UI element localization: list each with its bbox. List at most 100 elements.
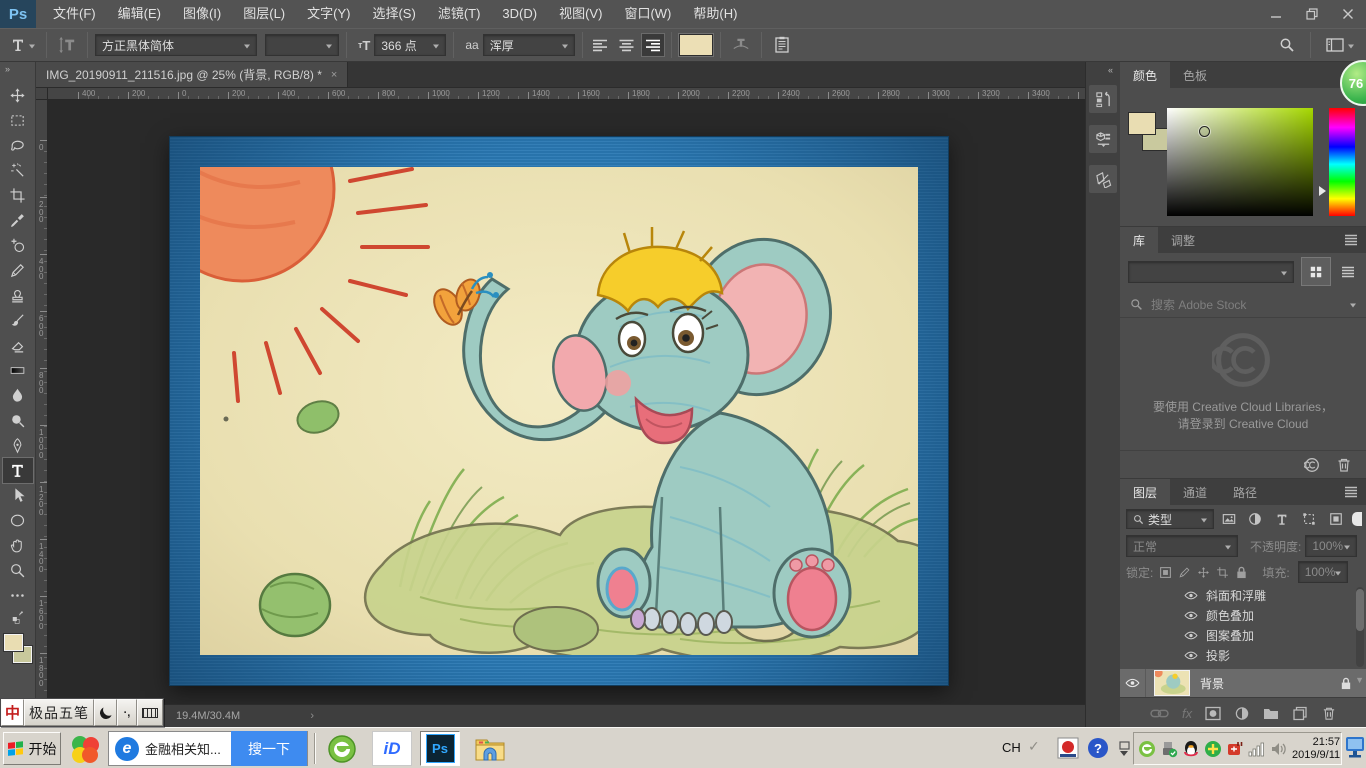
status-expand-icon[interactable]: › — [304, 708, 320, 724]
crop-tool[interactable] — [3, 183, 33, 208]
zoom-tool[interactable] — [3, 558, 33, 583]
filter-toggle[interactable] — [1352, 512, 1362, 526]
align-right-button[interactable] — [640, 33, 665, 57]
menu-item-11[interactable]: 帮助(H) — [682, 0, 748, 28]
tab-adjustments[interactable]: 调整 — [1158, 227, 1208, 253]
filter-smart-objects-icon[interactable] — [1324, 509, 1348, 529]
search-icon[interactable] — [1275, 37, 1299, 53]
blend-mode-select[interactable]: 正常 — [1126, 535, 1238, 557]
hand-tool[interactable] — [3, 533, 33, 558]
tab-color[interactable]: 颜色 — [1120, 62, 1171, 88]
swap-colors-icon[interactable] — [3, 608, 33, 626]
canvas[interactable] — [48, 100, 1085, 704]
delete-layer-icon[interactable] — [1321, 706, 1337, 721]
fill-select[interactable]: 100% — [1297, 561, 1348, 583]
id-app-icon[interactable]: iD — [372, 731, 412, 766]
layers-scrollbar-thumb[interactable] — [1356, 589, 1364, 631]
language-options-icon[interactable]: ✓ — [1028, 738, 1040, 755]
browser-360-icon[interactable] — [322, 731, 362, 766]
tab-paths[interactable]: 路径 — [1220, 479, 1270, 505]
tool-preset-type-icon[interactable] — [6, 37, 39, 53]
mixer-brush-tool[interactable] — [3, 308, 33, 333]
hue-slider-arrow[interactable] — [1319, 186, 1331, 196]
tab-libraries[interactable]: 库 — [1120, 227, 1159, 253]
anti-alias-select[interactable]: 浑厚 — [482, 34, 575, 56]
ime-punctuation-icon[interactable]: ·, — [117, 699, 137, 726]
ime-name[interactable]: 极品五笔 — [24, 699, 94, 726]
lock-transparency-icon[interactable] — [1159, 566, 1172, 579]
link-layers-icon[interactable] — [1150, 708, 1169, 719]
layer-effect-1[interactable]: 斜面和浮雕 — [1120, 585, 1366, 605]
font-family-select[interactable]: 方正黑体简体 — [95, 34, 257, 56]
color-balls-app-icon[interactable] — [67, 731, 103, 766]
filter-type-layers-icon[interactable] — [1270, 509, 1294, 529]
filter-adjustment-layers-icon[interactable] — [1244, 509, 1268, 529]
lasso-tool[interactable] — [3, 133, 33, 158]
filter-type-select[interactable]: 类型 — [1126, 509, 1214, 529]
info-panel-icon[interactable] — [1089, 165, 1117, 193]
text-orientation-icon[interactable] — [54, 36, 80, 54]
library-select[interactable] — [1128, 261, 1294, 283]
align-center-button[interactable] — [616, 34, 638, 56]
lock-position-icon[interactable] — [1197, 566, 1210, 579]
recorder-tray-icon[interactable] — [1056, 736, 1080, 760]
new-adjustment-layer-icon[interactable] — [1234, 706, 1250, 721]
tab-close-icon[interactable]: × — [331, 69, 337, 81]
taskbar-search-text[interactable]: 金融相关知... — [145, 739, 231, 758]
photoshop-taskbar-icon[interactable]: Ps — [420, 731, 460, 766]
text-color-swatch[interactable] — [678, 34, 713, 56]
ellipse-tool[interactable] — [3, 508, 33, 533]
show-desktop-icon[interactable] — [1345, 735, 1365, 762]
layer-effect-2[interactable]: 颜色叠加 — [1120, 605, 1366, 625]
tab-swatches[interactable]: 色板 — [1170, 62, 1220, 88]
new-group-icon[interactable] — [1263, 706, 1279, 721]
close-button[interactable] — [1330, 0, 1366, 28]
blur-tool[interactable] — [3, 383, 33, 408]
tab-channels[interactable]: 通道 — [1170, 479, 1220, 505]
hue-slider[interactable] — [1329, 108, 1355, 216]
background-layer-row[interactable]: 背景 — [1120, 669, 1366, 697]
saturation-brightness-field[interactable] — [1167, 108, 1313, 216]
toolbar-collapse-icon[interactable]: » — [0, 62, 35, 77]
ime-mode-icon[interactable]: 中 — [1, 699, 24, 726]
effect-visibility-eye-icon[interactable] — [1184, 611, 1198, 620]
scroll-down-icon[interactable]: ▼ — [1355, 675, 1364, 685]
filter-shape-layers-icon[interactable] — [1297, 509, 1321, 529]
file-explorer-icon[interactable] — [470, 731, 510, 766]
menu-item-6[interactable]: 选择(S) — [361, 0, 426, 28]
foreground-color-swatch[interactable] — [3, 634, 23, 651]
tray-volume-icon[interactable] — [1270, 738, 1288, 759]
toggle-panels-icon[interactable] — [769, 36, 795, 54]
properties-panel-icon[interactable] — [1089, 125, 1117, 153]
expand-panels-icon[interactable]: « — [1086, 62, 1120, 77]
taskbar-search-box[interactable]: e 金融相关知... 搜一下 — [108, 731, 308, 766]
chevron-down-icon[interactable] — [1350, 303, 1356, 310]
menu-item-5[interactable]: 文字(Y) — [296, 0, 361, 28]
dodge-tool[interactable] — [3, 408, 33, 433]
add-mask-icon[interactable] — [1205, 706, 1221, 721]
font-size-select[interactable]: 366 点 — [374, 34, 447, 56]
marquee-tool[interactable] — [3, 108, 33, 133]
new-layer-icon[interactable] — [1292, 706, 1308, 721]
tab-layers[interactable]: 图层 — [1120, 479, 1171, 505]
menu-item-3[interactable]: 图像(I) — [172, 0, 232, 28]
workspace-icon[interactable] — [1322, 38, 1358, 52]
start-button[interactable]: 开始 — [3, 732, 61, 765]
font-style-select[interactable] — [265, 34, 339, 56]
menu-item-9[interactable]: 视图(V) — [548, 0, 613, 28]
layer-effect-3[interactable]: 图案叠加 — [1120, 625, 1366, 645]
ime-softkeyboard-icon[interactable] — [137, 699, 163, 726]
menu-item-4[interactable]: 图层(L) — [232, 0, 296, 28]
menu-item-1[interactable]: 文件(F) — [42, 0, 107, 28]
effect-visibility-eye-icon[interactable] — [1184, 651, 1198, 660]
menu-item-8[interactable]: 3D(D) — [491, 0, 548, 28]
list-view-button[interactable] — [1336, 261, 1360, 283]
path-selection-tool[interactable] — [3, 483, 33, 508]
menu-item-2[interactable]: 编辑(E) — [107, 0, 172, 28]
warp-text-icon[interactable] — [728, 36, 754, 54]
panel-foreground-swatch[interactable] — [1128, 112, 1156, 135]
delete-icon[interactable] — [1336, 457, 1352, 473]
help-tray-icon[interactable]: ? — [1086, 736, 1110, 760]
tray-signal-icon[interactable] — [1248, 738, 1266, 759]
layer-effect-4[interactable]: 投影 — [1120, 645, 1366, 665]
